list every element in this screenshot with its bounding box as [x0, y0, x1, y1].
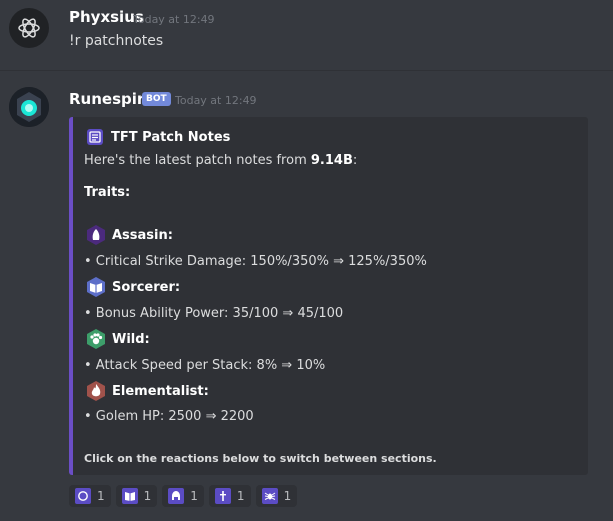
atom-icon: [18, 18, 40, 38]
section-heading: Traits:: [84, 185, 131, 200]
reaction-spider[interactable]: 1: [255, 485, 298, 507]
reaction-circle[interactable]: 1: [69, 485, 111, 507]
reaction-helmet[interactable]: 1: [162, 485, 204, 507]
reaction-book[interactable]: 1: [115, 485, 158, 507]
trait-sorcerer: Sorcerer:: [85, 276, 180, 298]
trait-elementalist: Elementalist:: [85, 380, 209, 402]
sorcerer-icon: [87, 277, 105, 297]
trait-name: Wild:: [112, 331, 150, 347]
book-icon: [121, 488, 138, 504]
trait-name: Elementalist:: [112, 383, 209, 399]
trait-change: • Golem HP: 2500 ⇒ 2200: [84, 409, 254, 424]
intro-text: Here's the latest patch notes from: [84, 153, 311, 168]
bot-avatar-runespirit[interactable]: [9, 87, 49, 127]
notes-icon: [87, 129, 103, 145]
wild-icon: [87, 329, 105, 349]
reaction-count: 1: [143, 489, 152, 503]
user-avatar-phyxsius[interactable]: [9, 8, 49, 48]
intro-suffix: :: [352, 153, 358, 168]
helmet-icon: [168, 488, 185, 504]
patch-version: 9.14B: [310, 153, 353, 168]
reaction-dagger[interactable]: 1: [208, 485, 251, 507]
trait-change: • Attack Speed per Stack: 8% ⇒ 10%: [84, 358, 326, 373]
message-text: !r patchnotes: [69, 33, 164, 49]
reaction-count: 1: [190, 489, 198, 503]
elementalist-icon: [87, 381, 105, 401]
assassin-icon: [87, 225, 105, 245]
message-divider: [0, 70, 613, 71]
embed-title: TFT Patch Notes: [111, 129, 231, 145]
reaction-count: 1: [236, 489, 245, 503]
bot-badge: BOT: [142, 92, 171, 106]
trait-name: Sorcerer:: [112, 279, 181, 295]
embed-footer: Click on the reactions below to switch b…: [84, 452, 437, 465]
reaction-bar: 1 1 1 1 1: [69, 485, 302, 507]
patch-notes-embed: TFT Patch Notes Here's the latest patch …: [69, 117, 588, 475]
message-timestamp: Today at 12:49: [175, 94, 257, 107]
runespirit-avatar-icon: [9, 87, 49, 127]
embed-header: TFT Patch Notes: [87, 129, 230, 145]
trait-change: • Bonus Ability Power: 35/100 ⇒ 45/100: [84, 306, 344, 321]
trait-wild: Wild:: [85, 328, 150, 350]
reaction-count: 1: [97, 489, 105, 503]
trait-change: • Critical Strike Damage: 150%/350% ⇒ 12…: [84, 254, 427, 269]
trait-name: Assasin:: [112, 227, 173, 243]
trait-assassin: Assasin:: [85, 224, 173, 246]
circle-icon: [75, 488, 91, 504]
dagger-icon: [214, 488, 231, 504]
embed-intro: Here's the latest patch notes from 9.14B…: [84, 153, 357, 168]
message-timestamp: Today at 12:49: [133, 13, 215, 26]
reaction-count: 1: [283, 489, 292, 503]
spider-icon: [261, 488, 278, 504]
